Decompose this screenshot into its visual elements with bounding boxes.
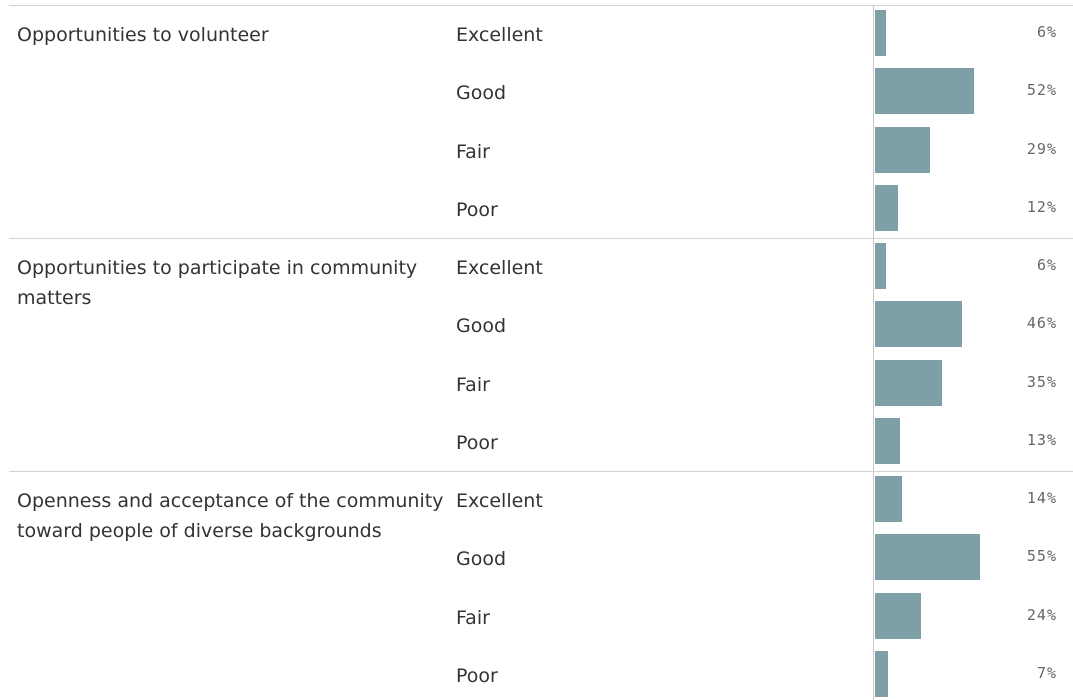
value-label: 6%	[1036, 256, 1057, 274]
bar	[875, 417, 900, 464]
group-separator	[9, 238, 1073, 239]
value-label: 13%	[1026, 430, 1057, 449]
value-label: 14%	[1026, 489, 1057, 507]
bar	[875, 10, 887, 56]
chart: Opportunities to volunteer Excellent 6% Goo…	[0, 0, 1073, 700]
value-label: 6%	[1036, 23, 1057, 41]
rating-label: Fair	[456, 606, 490, 629]
topic-label: Openness and acceptance of the community…	[17, 490, 444, 542]
bar	[875, 534, 980, 581]
rating-label: Good	[456, 548, 507, 571]
bar	[875, 126, 931, 173]
bar	[875, 243, 887, 289]
value-label: 24%	[1026, 605, 1057, 624]
rating-label: Poor	[456, 431, 498, 454]
rating-label: Poor	[456, 198, 498, 221]
bar	[875, 592, 921, 639]
value-label: 55%	[1026, 547, 1057, 566]
value-label: 52%	[1026, 81, 1057, 100]
bar	[875, 184, 898, 231]
value-label: 12%	[1026, 197, 1057, 216]
rating-label: Excellent	[456, 24, 543, 46]
rating-label: Excellent	[456, 257, 543, 279]
topic-label: Opportunities to participate in communit…	[17, 257, 418, 309]
value-label: 7%	[1036, 663, 1057, 682]
bar	[875, 476, 902, 522]
top-rule	[9, 5, 1073, 6]
rating-label: Excellent	[456, 490, 543, 512]
value-label: 46%	[1026, 314, 1057, 333]
bar	[875, 650, 889, 697]
group-separator	[9, 471, 1073, 472]
value-label: 29%	[1026, 139, 1057, 158]
bar	[875, 301, 963, 348]
bar-axis-line	[873, 5, 874, 700]
bar	[875, 359, 942, 406]
topic-label: Opportunities to volunteer	[17, 24, 269, 46]
rating-label: Poor	[456, 664, 498, 687]
bar	[875, 68, 974, 115]
rating-label: Good	[456, 315, 507, 338]
rating-label: Fair	[456, 140, 490, 163]
value-label: 35%	[1026, 372, 1057, 391]
rating-label: Good	[456, 82, 507, 105]
rating-label: Fair	[456, 373, 490, 396]
